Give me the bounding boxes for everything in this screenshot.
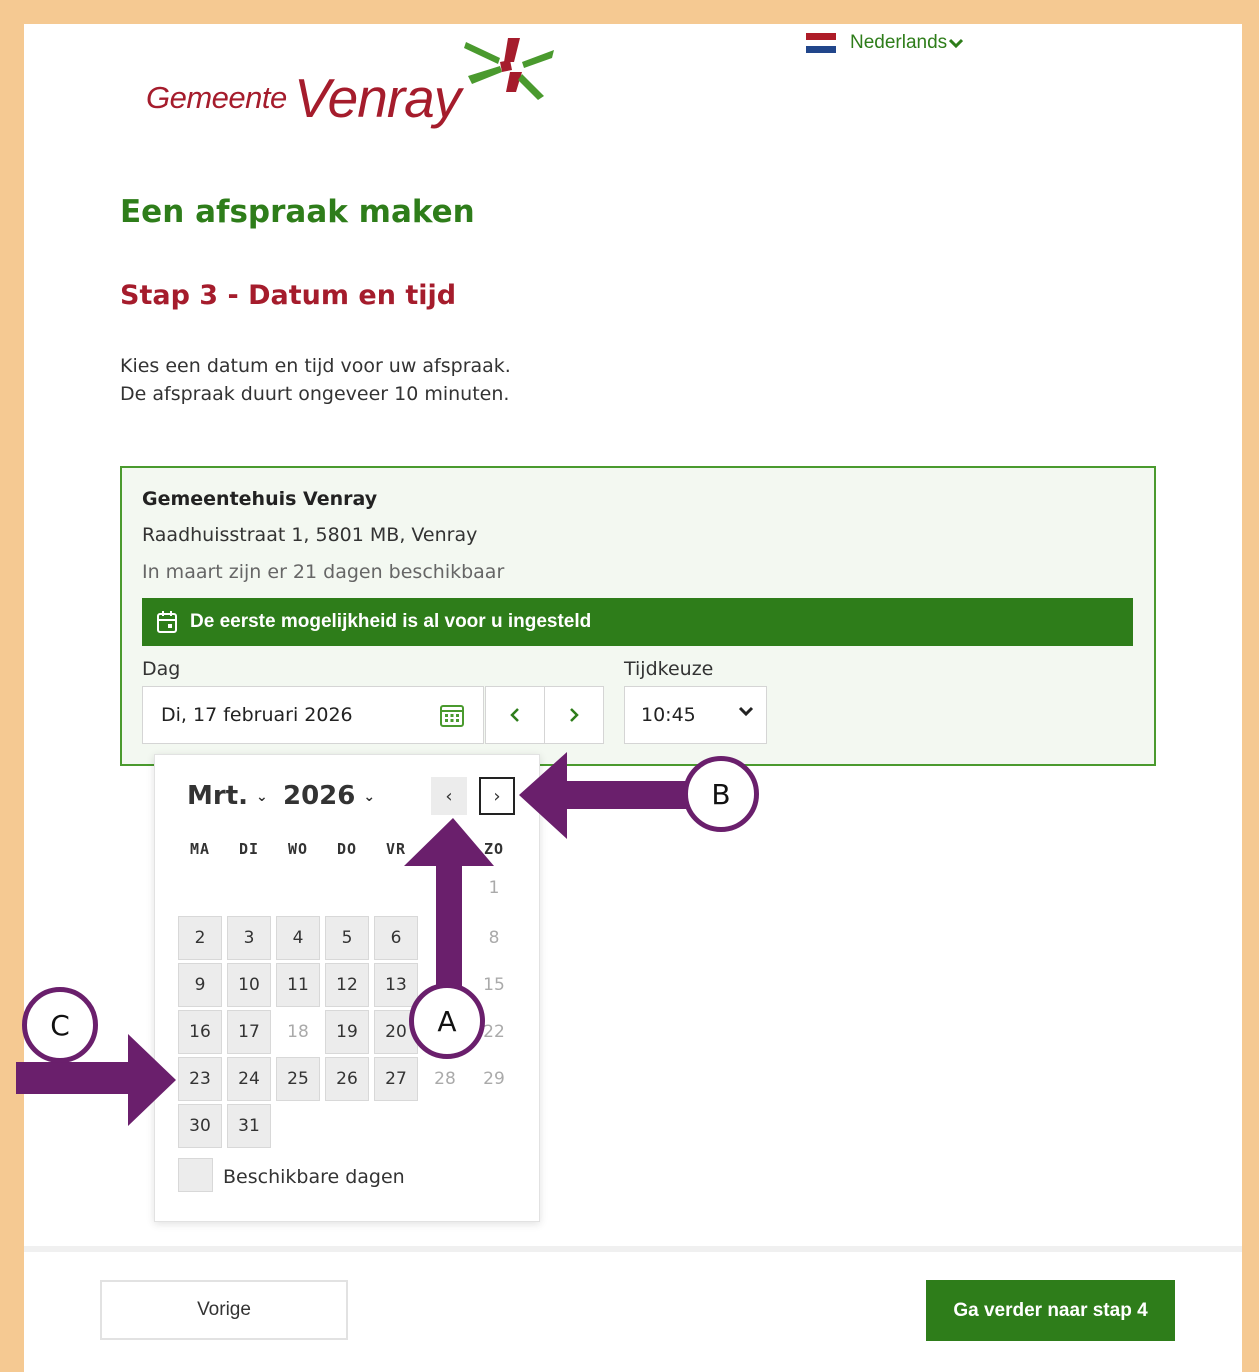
banner-text: De eerste mogelijkheid is al voor u inge… [190, 611, 592, 632]
logo-word-gemeente: Gemeente [146, 80, 287, 115]
month-value: Mrt. [187, 781, 249, 811]
calendar-day-unavailable: 8 [488, 928, 500, 948]
page-title: Een afspraak maken [120, 194, 475, 230]
calendar-day-available[interactable]: 3 [227, 916, 271, 960]
time-value: 10:45 [641, 704, 696, 726]
weekday-header: ZA [434, 840, 456, 858]
date-input[interactable]: Di, 17 februari 2026 [142, 686, 484, 744]
weekday-header: MA [189, 840, 211, 858]
date-value: Di, 17 februari 2026 [161, 704, 353, 726]
availability-text: In maart zijn er 21 dagen beschikbaar [142, 561, 505, 583]
next-step-button[interactable]: Ga verder naar stap 4 [926, 1280, 1175, 1341]
calendar-day-available[interactable]: 16 [178, 1010, 222, 1054]
calendar-day-unavailable: 1 [488, 878, 500, 898]
intro-line: Kies een datum en tijd voor uw afspraak. [120, 355, 511, 377]
intro-line: De afspraak duurt ongeveer 10 minuten. [120, 383, 510, 405]
location-name: Gemeentehuis Venray [142, 488, 378, 510]
calendar-day-available[interactable]: 30 [178, 1104, 222, 1148]
calendar-day-available[interactable]: 24 [227, 1057, 271, 1101]
calendar-day-unavailable: 18 [287, 1022, 309, 1042]
calendar-day-available[interactable]: 4 [276, 916, 320, 960]
chevron-left-icon [510, 708, 519, 722]
language-label: Nederlands [850, 32, 948, 53]
calendar-day-available[interactable]: 25 [276, 1057, 320, 1101]
calendar-day-available[interactable]: 9 [178, 963, 222, 1007]
time-select[interactable]: 10:45 [624, 686, 767, 744]
month-select[interactable]: Mrt. ⌄ [187, 781, 268, 811]
calendar-day-available[interactable]: 26 [325, 1057, 369, 1101]
weekday-header: DI [238, 840, 260, 858]
datepicker-popup: Mrt. ⌄ 2026 ⌄ ‹ › MA DI WO DO VR ZA ZO 1 2 3 4 5 6 8 9 10… [154, 754, 540, 1222]
legend-label: Beschikbare dagen [223, 1166, 405, 1188]
chevron-down-icon [738, 706, 754, 717]
chevron-down-icon [949, 38, 964, 48]
calendar-day-available[interactable]: 11 [276, 963, 320, 1007]
chevron-down-icon: ⌄ [363, 788, 376, 805]
calendar-day-unavailable: 22 [483, 1022, 505, 1042]
logo-emblem-icon [464, 38, 554, 100]
gemeente-venray-logo[interactable]: Gemeente Venray [142, 34, 562, 144]
weekday-header: WO [287, 840, 309, 858]
step-title: Stap 3 - Datum en tijd [120, 280, 457, 311]
logo-word-venray: Venray [294, 67, 461, 129]
calendar-day-available[interactable]: 6 [374, 916, 418, 960]
chevron-right-icon: › [493, 785, 501, 807]
day-label: Dag [142, 658, 181, 680]
calendar-day-unavailable: 15 [483, 975, 505, 995]
time-label: Tijdkeuze [624, 658, 714, 680]
calendar-icon [156, 610, 178, 634]
location-address: Raadhuisstraat 1, 5801 MB, Venray [142, 524, 478, 546]
chevron-right-icon [570, 708, 579, 722]
first-option-banner: De eerste mogelijkheid is al voor u inge… [142, 598, 1133, 646]
calendar-day-available[interactable]: 2 [178, 916, 222, 960]
previous-button[interactable]: Vorige [100, 1280, 348, 1340]
page: Nederlands Gemeente Venray Een afspraak … [24, 24, 1242, 1372]
calendar-day-available[interactable]: 23 [178, 1057, 222, 1101]
intro-text: Kies een datum en tijd voor uw afspraak.… [120, 352, 511, 408]
calendar-day-available[interactable]: 19 [325, 1010, 369, 1054]
year-value: 2026 [283, 781, 356, 811]
language-selector[interactable]: Nederlands [806, 32, 964, 54]
calendar-day-available[interactable]: 31 [227, 1104, 271, 1148]
calendar-day-unavailable: 29 [483, 1069, 505, 1089]
calendar-day-unavailable: 28 [434, 1069, 456, 1089]
location-panel: Gemeentehuis Venray Raadhuisstraat 1, 58… [120, 466, 1156, 766]
calendar-day-available[interactable]: 10 [227, 963, 271, 1007]
calendar-day-available[interactable]: 5 [325, 916, 369, 960]
calendar-day-available[interactable]: 27 [374, 1057, 418, 1101]
footer-divider [24, 1246, 1242, 1252]
weekday-header: VR [385, 840, 407, 858]
weekday-header: ZO [483, 840, 505, 858]
weekday-header: DO [336, 840, 358, 858]
calendar-day-available[interactable]: 17 [227, 1010, 271, 1054]
legend-swatch [178, 1158, 213, 1192]
netherlands-flag-icon [806, 33, 836, 54]
previous-month-button[interactable]: ‹ [431, 777, 467, 815]
calendar-grid-icon[interactable] [439, 702, 465, 728]
previous-day-button[interactable] [485, 686, 545, 744]
next-day-button[interactable] [544, 686, 604, 744]
chevron-down-icon: ⌄ [256, 788, 268, 805]
year-select[interactable]: 2026 ⌄ [283, 781, 375, 811]
calendar-day-available[interactable]: 20 [374, 1010, 418, 1054]
calendar-day-available[interactable]: 13 [374, 963, 418, 1007]
next-month-button[interactable]: › [479, 777, 515, 815]
calendar-day-available[interactable]: 12 [325, 963, 369, 1007]
chevron-left-icon: ‹ [445, 785, 453, 807]
